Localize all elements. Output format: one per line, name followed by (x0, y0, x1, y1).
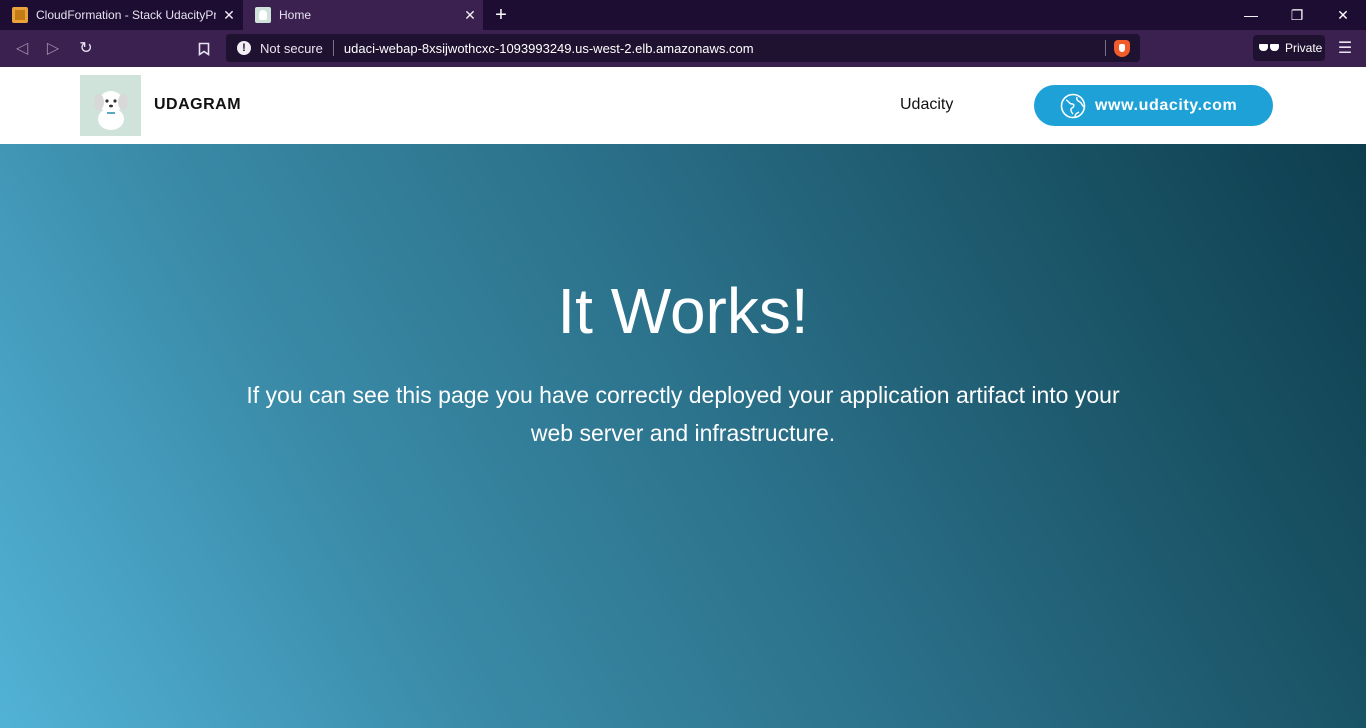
restore-button[interactable]: ❐ (1274, 0, 1320, 30)
tab-title: CloudFormation - Stack UdacityProject (36, 8, 216, 22)
tab-cloudformation[interactable]: CloudFormation - Stack UdacityProject ✕ (0, 0, 242, 30)
menu-icon[interactable]: ☰ (1332, 36, 1358, 62)
bookmark-icon[interactable] (191, 36, 217, 62)
brand-name[interactable]: UDAGRAM (154, 96, 241, 114)
divider (332, 40, 334, 56)
web-page: UDAGRAM Udacity www.udacity.com It Works… (0, 67, 1366, 728)
private-window-badge[interactable]: Private (1253, 35, 1325, 61)
url-text[interactable]: udaci-webap-8xsijwothcxc-1093993249.us-w… (344, 41, 1105, 56)
tab-home[interactable]: Home ✕ (243, 0, 483, 30)
dog-logo-image[interactable] (80, 75, 141, 136)
hero-description: If you can see this page you have correc… (246, 382, 1120, 446)
brave-shields-icon[interactable] (1114, 39, 1130, 57)
cta-label: www.udacity.com (1095, 96, 1238, 114)
hero-section: It Works! If you can see this page you h… (0, 144, 1366, 728)
tab-strip: CloudFormation - Stack UdacityProject ✕ … (0, 0, 1366, 30)
tab-title: Home (279, 8, 312, 22)
udacity-website-button[interactable]: www.udacity.com (1034, 85, 1273, 126)
close-window-button[interactable]: ✕ (1320, 0, 1366, 30)
not-secure-warning-icon: ! (237, 41, 251, 55)
minimize-button[interactable]: — (1228, 0, 1274, 30)
private-glasses-icon (1259, 44, 1279, 52)
dog-favicon-icon (255, 7, 271, 23)
nav-link-udacity[interactable]: Udacity (900, 96, 953, 114)
close-tab-icon[interactable]: ✕ (457, 7, 483, 24)
close-tab-icon[interactable]: ✕ (216, 7, 242, 24)
security-status[interactable]: Not secure (260, 41, 323, 56)
private-label: Private (1285, 41, 1323, 55)
browser-toolbar: ◁ ▷ ↻ ! Not secure udaci-webap-8xsijwoth… (0, 30, 1366, 67)
hero-title: It Works! (557, 275, 809, 347)
new-tab-button[interactable]: + (488, 2, 514, 28)
reload-icon[interactable]: ↻ (73, 36, 99, 62)
divider (1105, 40, 1106, 56)
site-navbar: UDAGRAM Udacity www.udacity.com (0, 67, 1366, 144)
back-icon[interactable]: ◁ (9, 36, 35, 62)
address-bar[interactable]: ! Not secure udaci-webap-8xsijwothcxc-10… (226, 34, 1140, 62)
globe-icon (1060, 93, 1086, 118)
forward-icon[interactable]: ▷ (40, 36, 66, 62)
aws-cube-icon (12, 7, 28, 23)
